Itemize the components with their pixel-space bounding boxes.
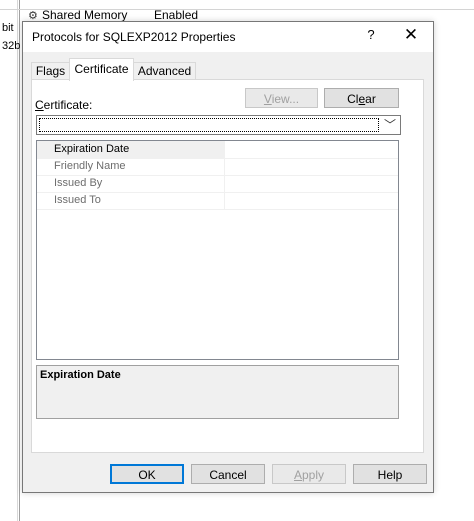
column-divider xyxy=(224,141,225,158)
certificate-combobox[interactable]: ﹀ xyxy=(36,115,401,135)
cancel-button-label: Cancel xyxy=(209,468,247,482)
view-button-accel: V xyxy=(263,92,272,106)
clear-button-label-end: ar xyxy=(365,92,376,106)
tab-flags[interactable]: Flags xyxy=(31,62,70,80)
view-button[interactable]: View... xyxy=(245,88,318,108)
background-protocol-row: ⚙ Shared Memory Enabled xyxy=(28,8,198,22)
ok-button-label: OK xyxy=(138,468,156,482)
background-left-text-2: 32b xyxy=(2,40,21,52)
tab-certificate-label: Certificate xyxy=(74,62,129,76)
list-row-expiration-date[interactable]: Expiration Date xyxy=(37,141,398,159)
combobox-focus-rect xyxy=(39,118,379,132)
help-icon[interactable]: ? xyxy=(361,27,381,42)
apply-button[interactable]: Apply xyxy=(272,464,346,484)
background-window-border xyxy=(17,0,18,521)
list-item-name: Friendly Name xyxy=(54,160,126,172)
ok-button[interactable]: OK xyxy=(110,464,184,484)
chevron-down-icon[interactable]: ﹀ xyxy=(382,116,398,134)
column-divider xyxy=(224,175,225,192)
description-title: Expiration Date xyxy=(40,369,121,381)
certificate-label: Certificate: xyxy=(35,98,92,112)
title-bar: Protocols for SQLEXP2012 Properties ? ✕ xyxy=(23,22,433,52)
help-button-label: Help xyxy=(377,468,403,482)
background-window-edge xyxy=(19,0,20,521)
close-icon[interactable]: ✕ xyxy=(401,25,421,45)
column-divider xyxy=(224,192,225,209)
certificate-label-text: ertificate: xyxy=(43,98,93,112)
apply-button-label: pply xyxy=(302,468,325,482)
list-item-name: Issued To xyxy=(54,194,101,206)
help-button[interactable]: Help xyxy=(353,464,427,484)
list-item-name: Issued By xyxy=(54,177,103,189)
background-row-value: Enabled xyxy=(154,8,199,22)
certificate-tab-panel: Certificate: View... Clear ﹀ Expiration … xyxy=(31,79,424,453)
cancel-button[interactable]: Cancel xyxy=(191,464,265,484)
clear-button-label-start: Cl xyxy=(347,92,359,106)
tab-advanced[interactable]: Advanced xyxy=(133,62,196,80)
certificate-properties-list[interactable]: Expiration Date Friendly Name Issued By … xyxy=(36,140,399,360)
certificate-label-accel: C xyxy=(35,98,44,112)
list-item-name: Expiration Date xyxy=(54,143,130,155)
dialog-title: Protocols for SQLEXP2012 Properties xyxy=(32,30,236,44)
apply-button-accel: A xyxy=(293,468,302,482)
properties-dialog: Protocols for SQLEXP2012 Properties ? ✕ … xyxy=(22,21,434,493)
tab-advanced-label: Advanced xyxy=(137,64,192,78)
background-row-label: Shared Memory xyxy=(42,8,128,22)
background-left-text-1: bit xyxy=(2,22,14,34)
view-button-label: iew... xyxy=(271,92,300,106)
property-description-box: Expiration Date xyxy=(36,365,399,419)
tab-certificate[interactable]: Certificate xyxy=(69,58,134,81)
list-row-issued-to[interactable]: Issued To xyxy=(37,192,398,210)
tab-flags-label: Flags xyxy=(35,64,66,78)
list-row-friendly-name[interactable]: Friendly Name xyxy=(37,158,398,176)
list-row-issued-by[interactable]: Issued By xyxy=(37,175,398,193)
clear-button[interactable]: Clear xyxy=(324,88,399,108)
column-divider xyxy=(224,158,225,175)
